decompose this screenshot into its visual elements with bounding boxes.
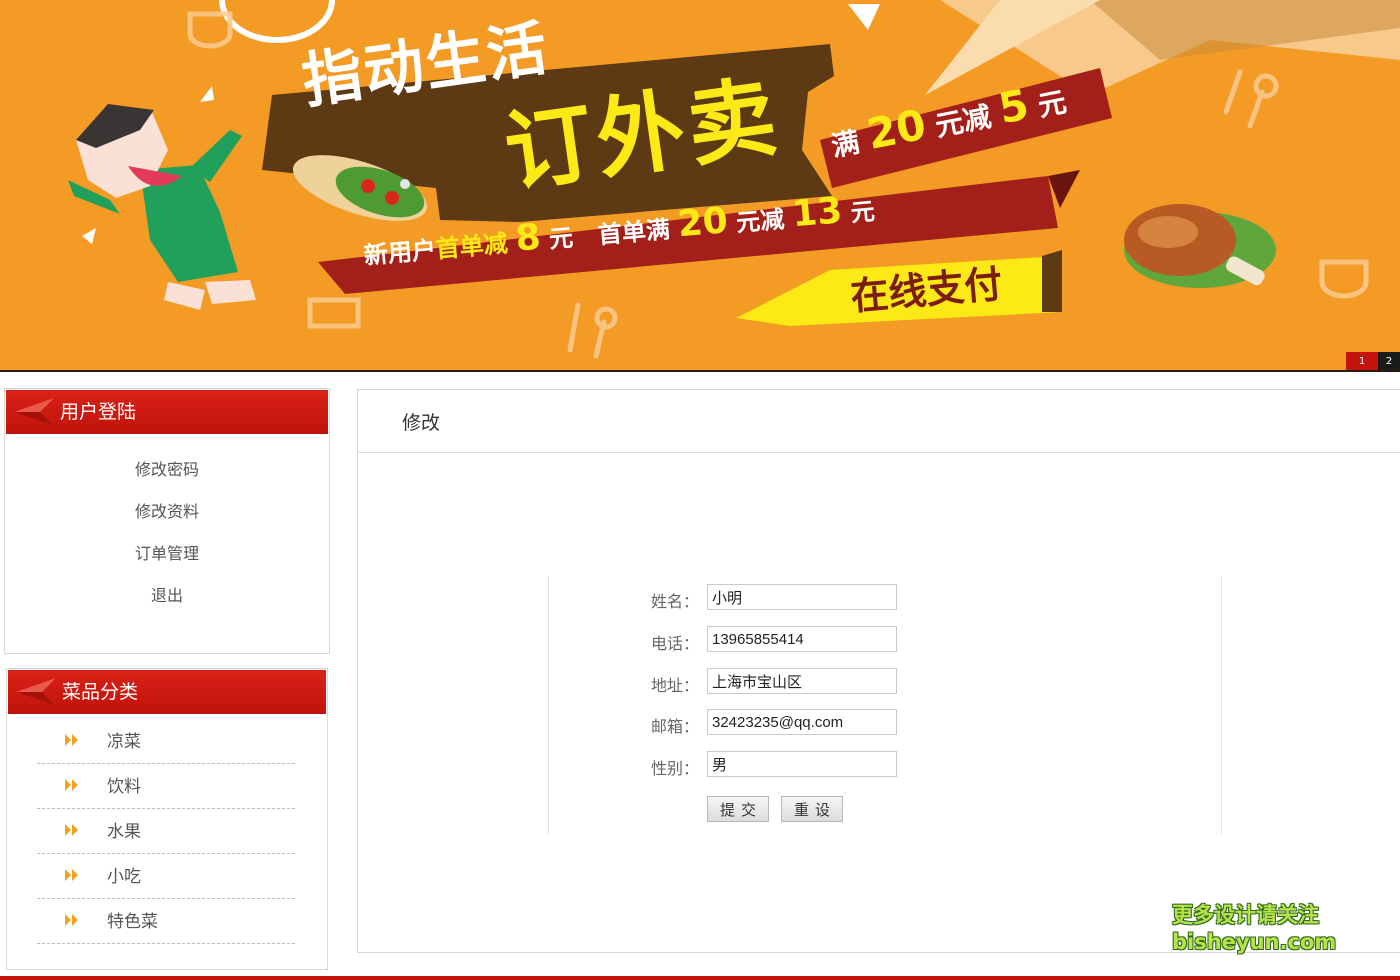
promo-text: 元减	[735, 205, 786, 238]
edit-profile-link[interactable]: 修改资料	[5, 495, 329, 537]
promo-text: 满	[828, 125, 863, 164]
gender-label: 性别：	[651, 759, 700, 778]
name-label: 姓名：	[651, 592, 700, 611]
footer-divider	[0, 976, 1400, 980]
red-arrow-icon	[16, 678, 56, 706]
promo-highlight: 首单减	[434, 229, 509, 264]
category-label: 饮料	[107, 777, 141, 797]
category-item-specialties[interactable]: 特色菜	[37, 899, 295, 944]
submit-button[interactable]: 提交	[707, 796, 769, 822]
user-panel: 用户登陆 修改密码 修改资料 订单管理 退出	[4, 388, 330, 654]
watermark-line-2: bisheyun.com	[1172, 930, 1337, 954]
gender-field[interactable]	[707, 751, 897, 777]
form-row-address: 地址：	[549, 668, 1221, 696]
double-chevron-icon	[65, 869, 78, 881]
promo-text: 元减	[932, 99, 994, 143]
promo-text: 元	[849, 197, 876, 228]
promo-number: 8	[513, 216, 543, 260]
form-row-phone: 电话：	[549, 626, 1221, 654]
change-password-link[interactable]: 修改密码	[5, 453, 329, 495]
category-list: 凉菜 饮料 水果 小吃 特色菜	[37, 719, 295, 944]
category-panel-title: 菜品分类	[62, 681, 139, 703]
promo-text: 元	[547, 223, 575, 254]
email-label: 邮箱：	[651, 717, 700, 736]
red-arrow-icon	[14, 398, 54, 426]
double-chevron-icon	[65, 914, 78, 926]
address-field[interactable]	[707, 668, 897, 694]
category-label: 特色菜	[107, 912, 158, 932]
category-label: 凉菜	[107, 732, 141, 752]
user-panel-title: 用户登陆	[60, 401, 137, 423]
double-chevron-icon	[65, 779, 78, 791]
user-panel-header: 用户登陆	[6, 390, 328, 434]
promo-text: 新用户	[362, 235, 438, 270]
category-item-fruit[interactable]: 水果	[37, 809, 295, 854]
watermark-line-1: 更多设计请关注	[1172, 903, 1319, 927]
form-row-email: 邮箱：	[549, 709, 1221, 737]
category-label: 水果	[107, 822, 141, 842]
logout-link[interactable]: 退出	[5, 579, 329, 621]
double-chevron-icon	[65, 824, 78, 836]
promo-banner[interactable]: 指动生活 订外卖 满 20 元减 5 元 新用户首单减 8 元 首单满 20 元…	[0, 0, 1400, 372]
profile-form: 姓名： 电话： 地址： 邮箱： 性别： 提交 重设	[548, 576, 1222, 834]
slide-dot-2[interactable]: 2	[1378, 352, 1400, 370]
category-panel-header: 菜品分类	[8, 670, 326, 714]
slide-indicator: 1 2	[1346, 352, 1400, 370]
promo-text: 元	[1035, 85, 1070, 123]
category-label: 小吃	[107, 867, 141, 887]
slide-dot-1[interactable]: 1	[1346, 352, 1378, 370]
form-row-gender: 性别：	[549, 751, 1221, 779]
phone-field[interactable]	[707, 626, 897, 652]
category-item-drinks[interactable]: 饮料	[37, 764, 295, 809]
category-item-snacks[interactable]: 小吃	[37, 854, 295, 899]
promo-number: 20	[676, 200, 730, 246]
banner-divider	[0, 370, 1400, 372]
page-title: 修改	[402, 412, 441, 434]
user-menu: 修改密码 修改资料 订单管理 退出	[5, 453, 329, 621]
name-field[interactable]	[707, 584, 897, 610]
main-header: 修改	[358, 390, 1400, 453]
order-management-link[interactable]: 订单管理	[5, 537, 329, 579]
promo-number: 5	[994, 79, 1033, 134]
promo-number: 13	[790, 190, 844, 236]
promo-text: 首单满	[596, 215, 672, 250]
category-panel: 菜品分类 凉菜 饮料 水果 小吃 特色菜	[6, 668, 328, 970]
form-row-name: 姓名：	[549, 584, 1221, 612]
phone-label: 电话：	[651, 634, 700, 653]
email-field[interactable]	[707, 709, 897, 735]
edit-profile-panel: 修改 姓名： 电话： 地址： 邮箱： 性别： 提交 重设	[357, 389, 1400, 953]
double-chevron-icon	[65, 734, 78, 746]
address-label: 地址：	[651, 676, 700, 695]
watermark-logo: 更多设计请关注 bisheyun.com	[1172, 902, 1336, 956]
category-item-cold-dishes[interactable]: 凉菜	[37, 719, 295, 764]
reset-button[interactable]: 重设	[781, 796, 843, 822]
